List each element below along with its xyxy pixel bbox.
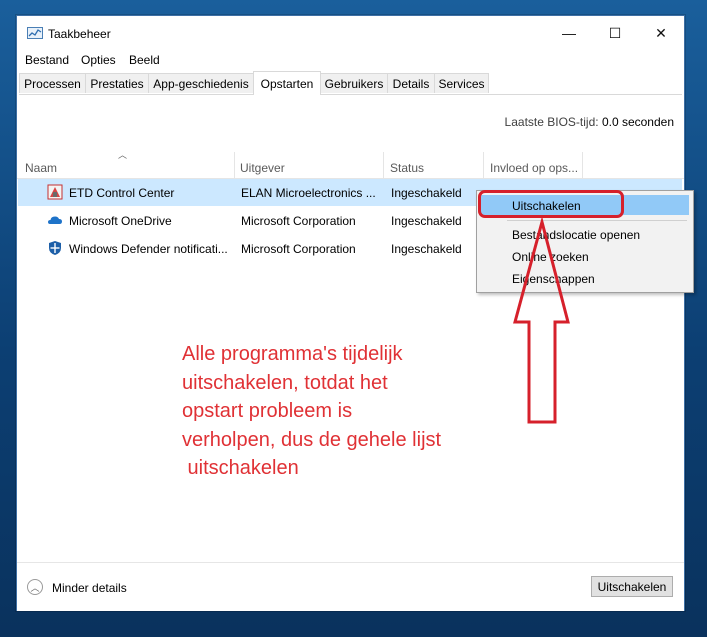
disable-button[interactable]: Uitschakelen [591, 576, 673, 597]
row-status: Ingeschakeld [391, 186, 462, 200]
tab-prestaties[interactable]: Prestaties [85, 73, 149, 93]
annotation-line: opstart probleem is [182, 400, 353, 422]
tab-services[interactable]: Services [434, 73, 489, 93]
sort-ascending-icon: ︿ [118, 150, 128, 160]
annotation-line: verholpen, dus de gehele lijst [182, 428, 442, 451]
title-bar: Taakbeheer — ☐ ✕ [17, 16, 684, 50]
maximize-button[interactable]: ☐ [592, 16, 638, 50]
annotation-line: uitschakelen, totdat het [182, 371, 388, 394]
column-uitgever[interactable]: Uitgever [240, 161, 285, 175]
column-divider[interactable] [234, 152, 235, 178]
close-button[interactable]: ✕ [638, 16, 684, 50]
minimize-button[interactable]: — [546, 16, 592, 50]
row-publisher: ELAN Microelectronics ... [241, 186, 376, 200]
window-title: Taakbeheer [48, 27, 111, 41]
startup-panel: Laatste BIOS-tijd: 0.0 seconden ︿ Naam U… [17, 95, 684, 555]
menu-beeld[interactable]: Beeld [129, 53, 160, 67]
tab-details[interactable]: Details [387, 73, 435, 93]
bios-time-value: 0.0 seconden [601, 115, 674, 129]
bios-time-label: Laatste BIOS-tijd: [504, 115, 599, 129]
annotation-highlight-ring [478, 190, 624, 218]
close-icon: ✕ [655, 24, 667, 41]
tab-gebruikers[interactable]: Gebruikers [320, 73, 388, 93]
defender-icon [49, 241, 61, 255]
onedrive-icon [48, 216, 62, 224]
footer-bar: ︿ Minder details Uitschakelen [17, 562, 684, 611]
task-manager-icon [27, 27, 43, 39]
row-status: Ingeschakeld [391, 214, 462, 228]
menu-bestand[interactable]: Bestand [25, 53, 69, 67]
tab-processen[interactable]: Processen [19, 73, 86, 93]
column-divider[interactable] [383, 152, 384, 178]
column-header-row: ︿ Naam Uitgever Status Invloed op ops... [17, 150, 684, 179]
menu-opties[interactable]: Opties [81, 53, 116, 67]
row-publisher: Microsoft Corporation [241, 214, 356, 228]
row-name: Microsoft OneDrive [69, 214, 172, 228]
task-manager-window: Taakbeheer — ☐ ✕ Bestand Opties Beeld Pr… [16, 15, 685, 611]
chevron-up-icon[interactable]: ︿ [27, 579, 43, 595]
menu-bar: Bestand Opties Beeld [17, 50, 684, 70]
row-name: Windows Defender notificati... [69, 242, 228, 256]
row-name: ETD Control Center [69, 186, 175, 200]
column-invloed[interactable]: Invloed op ops... [490, 161, 578, 175]
column-divider[interactable] [483, 152, 484, 178]
tab-app-geschiedenis[interactable]: App-geschiedenis [148, 73, 254, 93]
bios-time: Laatste BIOS-tijd: 0.0 seconden [505, 115, 674, 129]
annotation-arrow-icon [513, 218, 570, 424]
annotation-text: Alle programma's tijdelijk uitschakelen,… [182, 340, 441, 483]
tab-opstarten[interactable]: Opstarten [253, 71, 321, 95]
maximize-icon: ☐ [608, 24, 622, 41]
column-naam[interactable]: Naam [25, 161, 57, 175]
minimize-icon: — [562, 25, 576, 41]
row-status: Ingeschakeld [391, 242, 462, 256]
annotation-line: Alle programma's tijdelijk [182, 343, 403, 365]
fewer-details-link[interactable]: Minder details [52, 581, 127, 595]
etd-icon [47, 184, 63, 200]
tab-strip: Processen Prestaties App-geschiedenis Op… [19, 71, 682, 95]
column-status[interactable]: Status [390, 161, 424, 175]
column-divider[interactable] [582, 152, 583, 178]
annotation-line: uitschakelen [182, 457, 299, 479]
row-publisher: Microsoft Corporation [241, 242, 356, 256]
